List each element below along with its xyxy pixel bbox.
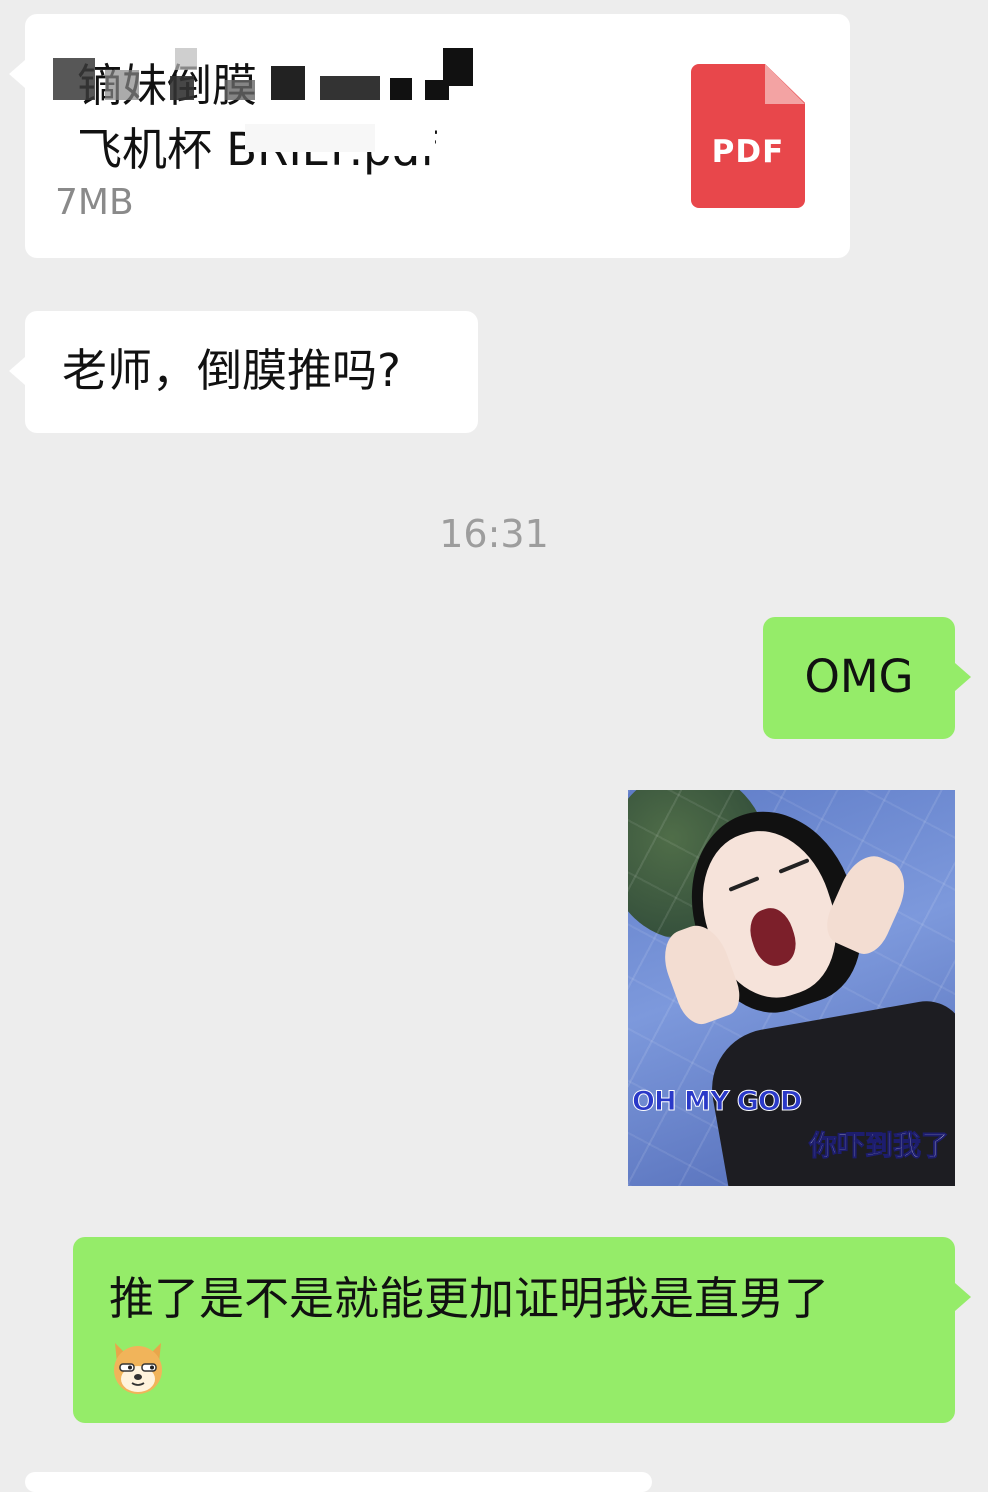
meme-image[interactable]: OH MY GOD 你吓到我了 [628, 790, 955, 1186]
timestamp: 16:31 [439, 512, 549, 556]
meme-caption-english: OH MY GOD [631, 1086, 802, 1118]
doge-emoji-icon [114, 1343, 162, 1394]
pdf-label: PDF [711, 134, 785, 170]
file-name: 镝妹倒膜 飞机杯 BRIEF.pdf [77, 59, 436, 176]
meme-caption-chinese: 你吓到我了 [808, 1129, 949, 1163]
message-text: OMG [804, 650, 914, 703]
outgoing-message-bubble[interactable]: 推了是不是就能更加证明我是直男了 [73, 1237, 971, 1423]
message-text: 推了是不是就能更加证明我是直男了 [109, 1272, 830, 1325]
message-text: 老师，倒膜推吗? [62, 344, 401, 397]
outgoing-message-bubble[interactable]: OMG [763, 617, 971, 739]
incoming-message-bubble[interactable] [25, 1472, 652, 1492]
file-size: 7MB [55, 182, 134, 223]
pdf-file-icon: PDF [691, 64, 805, 208]
file-message-bubble[interactable]: 镝妹倒膜 飞机杯 BRIEF.pdf 7MB PDF [9, 14, 850, 258]
incoming-message-bubble[interactable]: 老师，倒膜推吗? [9, 311, 478, 433]
